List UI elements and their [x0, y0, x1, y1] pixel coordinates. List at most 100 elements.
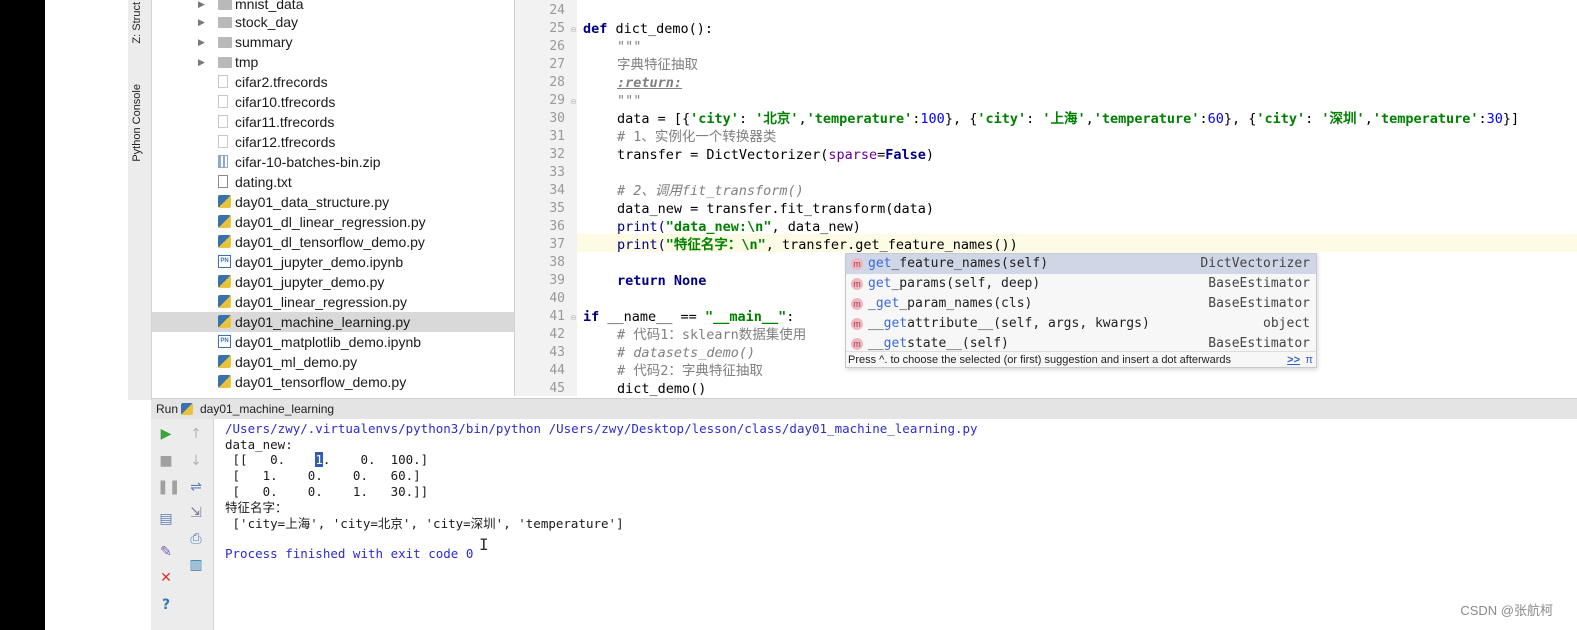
tree-item[interactable]: dating.txt	[152, 172, 514, 192]
tree-item[interactable]: day01_jupyter_demo.py	[152, 272, 514, 292]
tree-item[interactable]: cifar11.tfrecords	[152, 112, 514, 132]
folder-icon	[218, 0, 232, 10]
tree-item-label: cifar12.tfrecords	[235, 134, 336, 150]
pin-icon[interactable]: ✎	[157, 543, 175, 561]
close-icon[interactable]: ✕	[157, 569, 175, 587]
folder-icon	[218, 37, 232, 48]
file-file-icon	[218, 75, 228, 88]
line-number: 34	[549, 183, 565, 198]
method-icon: m	[851, 278, 863, 290]
watermark: CSDN @张航柯	[1460, 603, 1553, 618]
line-number: 42	[549, 327, 565, 342]
run-panel-header: Run day01_machine_learning	[151, 398, 1577, 420]
expand-arrow-icon[interactable]: ▶	[198, 12, 205, 32]
expand-arrow-icon[interactable]: ▶	[198, 32, 205, 52]
autocomplete-item-class: BaseEstimator	[1208, 276, 1310, 291]
autocomplete-item[interactable]: m __getattribute__(self, args, kwargs) obj…	[846, 314, 1316, 334]
py-file-icon	[218, 295, 231, 308]
tree-item[interactable]: cifar2.tfrecords	[152, 72, 514, 92]
fold-icon[interactable]: ⊖	[570, 97, 577, 106]
zip-file-icon	[218, 155, 228, 168]
file-file-icon	[218, 115, 228, 128]
line-number: 38	[549, 255, 565, 270]
code-line-34: # 2、调用fit_transform()	[617, 183, 804, 199]
scroll-up-icon[interactable]: ↑	[187, 425, 205, 443]
tree-item-label: cifar2.tfrecords	[235, 74, 328, 90]
scroll-to-end-icon[interactable]: ⇲	[187, 504, 205, 522]
console-command: /Users/zwy/.virtualenvs/python3/bin/pyth…	[225, 421, 978, 436]
console-matrix-row: [ 1. 0. 0. 60.]	[225, 468, 421, 483]
py-file-icon	[218, 315, 231, 328]
tree-item[interactable]: day01_machine_learning.py	[152, 312, 514, 332]
line-number: 39	[549, 273, 565, 288]
tree-item[interactable]: ▶ tmp	[152, 52, 514, 72]
expand-arrow-icon[interactable]: ▶	[198, 52, 205, 72]
code-line-42: # 代码1：sklearn数据集使用	[617, 327, 807, 343]
scroll-down-icon[interactable]: ↓	[187, 452, 205, 470]
pause-icon[interactable]: ❚❚	[157, 478, 180, 496]
tree-item[interactable]: day01_tensorflow_demo.py	[152, 372, 514, 392]
fold-icon[interactable]: ⊖	[570, 25, 577, 34]
python-console-tab[interactable]: Python Console	[131, 84, 143, 162]
left-tool-strip	[128, 0, 152, 400]
code-line-35: data_new = transfer.fit_transform(data)	[617, 201, 934, 217]
project-tree: ▶ mnist_data ▶ stock_day ▶ summary ▶ tmp cifar2.…	[152, 0, 514, 396]
tree-item[interactable]: cifar-10-batches-bin.zip	[152, 152, 514, 172]
tree-item-label: day01_dl_linear_regression.py	[235, 214, 426, 230]
tree-item-label: day01_matplotlib_demo.ipynb	[235, 334, 422, 350]
line-number: 31	[549, 129, 565, 144]
layout-icon[interactable]: ▤	[157, 510, 175, 528]
code-line-39: return None	[617, 273, 707, 289]
tree-item[interactable]: day01_linear_regression.py	[152, 292, 514, 312]
autocomplete-item-name: __getattribute__(self, args, kwargs)	[868, 316, 1150, 331]
tree-item[interactable]: day01_dl_linear_regression.py	[152, 212, 514, 232]
autocomplete-item-class: BaseEstimator	[1208, 296, 1310, 311]
method-icon: m	[851, 258, 863, 270]
line-number: 27	[549, 57, 565, 72]
autocomplete-item[interactable]: m _get_param_names(cls) BaseEstimator	[846, 294, 1316, 314]
method-icon: m	[851, 338, 863, 350]
help-icon[interactable]: ?	[157, 596, 175, 614]
tree-item-label: day01_jupyter_demo.ipynb	[235, 254, 404, 270]
tree-item[interactable]: cifar12.tfrecords	[152, 132, 514, 152]
py-file-icon	[218, 235, 231, 248]
code-line-29: """	[617, 93, 642, 109]
tree-item[interactable]: ▶ summary	[152, 32, 514, 52]
print-icon[interactable]: ⎙	[187, 530, 205, 548]
pi-icon: π	[1305, 354, 1313, 366]
autocomplete-popup: m __getstate__(self) BaseEstimator m __getat…	[845, 253, 1317, 368]
tree-item[interactable]: cifar10.tfrecords	[152, 92, 514, 112]
console-output[interactable]: /Users/zwy/.virtualenvs/python3/bin/pyth…	[214, 419, 1577, 630]
trash-icon[interactable]: ▥	[187, 556, 205, 574]
autocomplete-item[interactable]: m get_params(self, deep) BaseEstimator	[846, 274, 1316, 294]
tree-item[interactable]: day01_data_structure.py	[152, 192, 514, 212]
autocomplete-item[interactable]: m get_feature_names(self) DictVectorizer	[846, 254, 1316, 274]
tree-item[interactable]: ▶ stock_day	[152, 12, 514, 32]
soft-wrap-icon[interactable]: ⇌	[187, 478, 205, 496]
line-number: 40	[549, 291, 565, 306]
line-number: 43	[549, 345, 565, 360]
tree-item[interactable]: day01_dl_tensorflow_demo.py	[152, 232, 514, 252]
tree-item-label: day01_tensorflow_demo.py	[235, 374, 407, 390]
autocomplete-hint-bar: Press ^. to choose the selected (or firs…	[846, 351, 1316, 368]
tree-item-label: day01_linear_regression.py	[235, 294, 407, 310]
more-suggestions-link[interactable]: >>	[1287, 352, 1300, 368]
run-tab[interactable]: day01_machine_learning	[200, 399, 334, 419]
structure-tab[interactable]: Z: Struct	[131, 2, 143, 44]
tree-item[interactable]: PN day01_matplotlib_demo.ipynb	[152, 332, 514, 352]
fold-icon[interactable]: ⊖	[570, 313, 577, 322]
tree-item-label: summary	[235, 34, 293, 50]
code-line-25: def dict_demo():	[583, 21, 714, 37]
py-file-icon	[218, 275, 231, 288]
rerun-icon[interactable]: ▶	[157, 425, 175, 443]
stop-icon[interactable]: ■	[157, 452, 175, 470]
code-line-36: print("data_new:\n", data_new)	[617, 219, 861, 235]
code-line-28: :return:	[617, 75, 683, 91]
autocomplete-item-name: get_feature_names(self)	[868, 256, 1049, 271]
code-line-37: print("特征名字：\n", transfer.get_feature_na…	[617, 237, 1018, 253]
run-toolbar: ▶ ↑ ■ ↓ ❚❚ ⇌ ▤ ⇲ ⎙ ✎ ▥ ✕ ?	[151, 419, 214, 630]
tree-item[interactable]: day01_ml_demo.py	[152, 352, 514, 372]
tree-item[interactable]: PN day01_jupyter_demo.ipynb	[152, 252, 514, 272]
line-number: 41	[549, 309, 565, 324]
py-file-icon	[218, 195, 231, 208]
